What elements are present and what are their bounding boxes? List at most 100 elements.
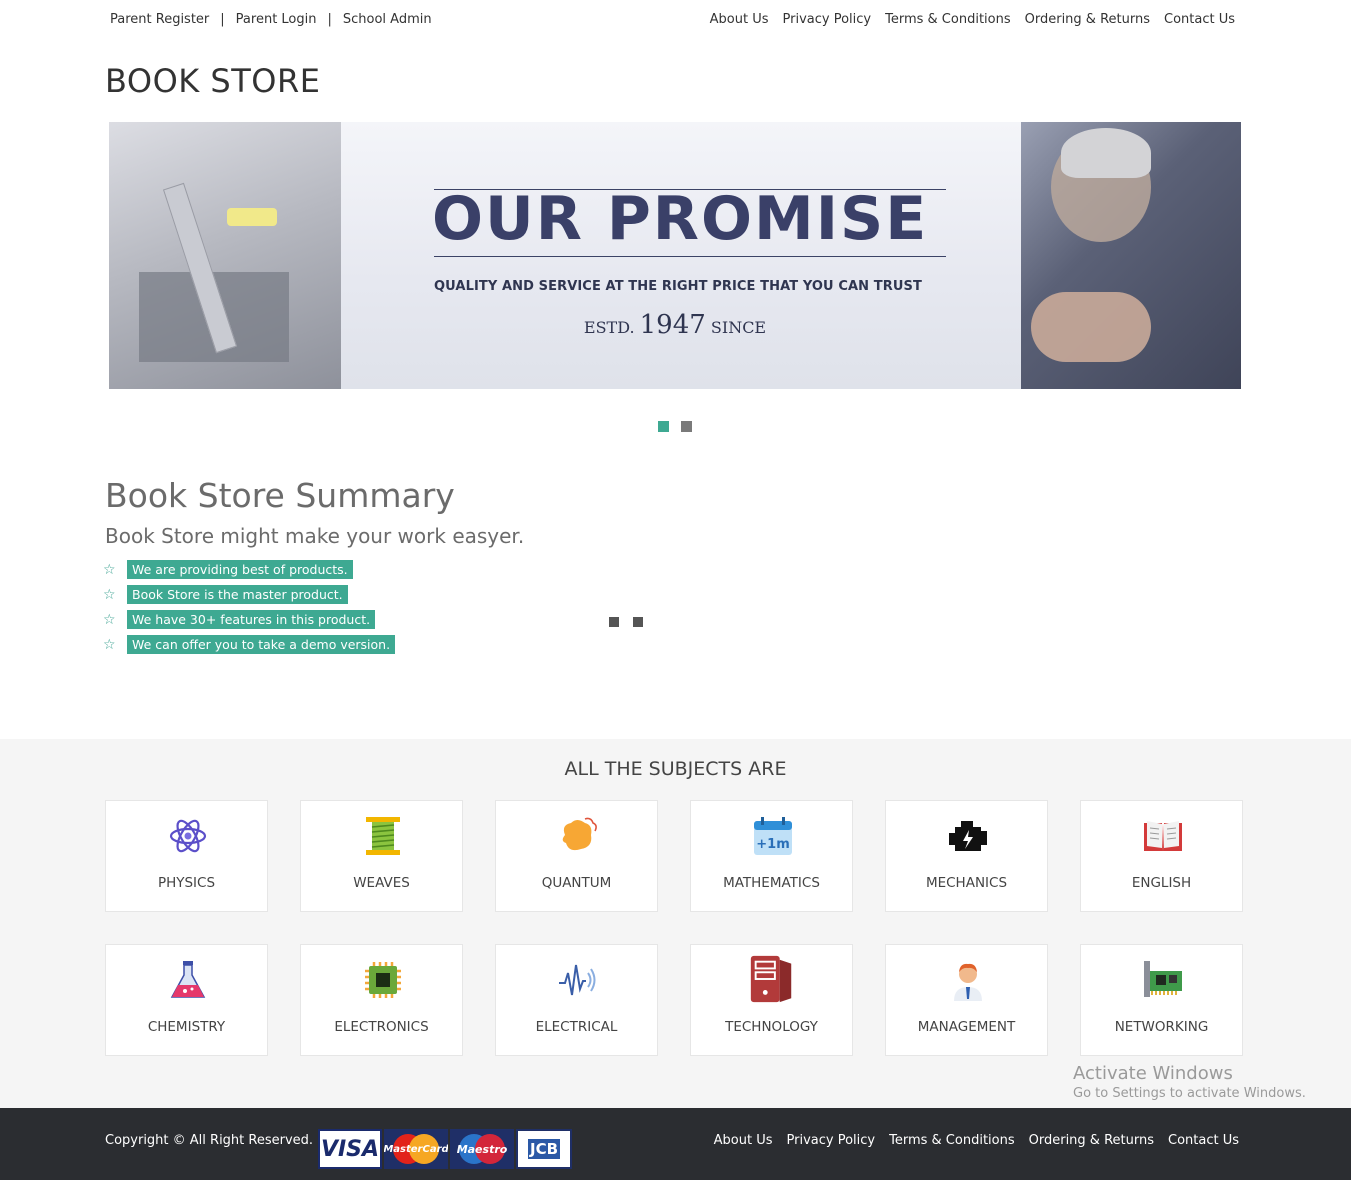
- site-footer: Copyright © All Right Reserved. VISA Mas…: [0, 1108, 1351, 1180]
- calendar-text: +1m: [756, 837, 789, 852]
- windows-activation-watermark: Activate Windows Go to Settings to activ…: [1073, 1063, 1306, 1101]
- subject-card-english[interactable]: ENGLISH: [1080, 800, 1243, 912]
- open-book-icon: [1144, 821, 1182, 851]
- footer-privacy-policy-link[interactable]: Privacy Policy: [787, 1133, 876, 1148]
- list-item: ☆ We can offer you to take a demo versio…: [103, 632, 396, 657]
- site-logo-title[interactable]: BOOK STORE: [105, 62, 320, 100]
- footer-about-us-link[interactable]: About Us: [714, 1133, 773, 1148]
- slide-dot-2[interactable]: [681, 421, 692, 432]
- summary-title: Book Store Summary: [105, 476, 455, 515]
- headline-rule-bottom: [434, 256, 946, 257]
- subject-label: CHEMISTRY: [147, 1019, 226, 1035]
- separator: |: [220, 12, 225, 27]
- list-item: ☆ We are providing best of products.: [103, 557, 395, 582]
- subject-card-mathematics[interactable]: +1m MATHEMATICS: [690, 800, 853, 912]
- subject-label: ELECTRICAL: [535, 1019, 618, 1035]
- subject-label: MECHANICS: [925, 875, 1008, 891]
- subject-label: ELECTRONICS: [334, 1019, 429, 1035]
- estd-year: 1947: [639, 310, 706, 340]
- subject-card-chemistry[interactable]: CHEMISTRY: [105, 944, 268, 1056]
- parent-register-link[interactable]: Parent Register: [110, 12, 209, 27]
- feature-text: We can offer you to take a demo version.: [127, 635, 396, 654]
- separator: |: [327, 12, 332, 27]
- banner-tagline: QUALITY AND SERVICE AT THE RIGHT PRICE T…: [434, 279, 922, 294]
- subject-card-mechanics[interactable]: MECHANICS: [885, 800, 1048, 912]
- star-icon: ☆: [103, 636, 116, 653]
- jcb-card-logo: JCB: [516, 1129, 572, 1169]
- subjects-section: ALL THE SUBJECTS ARE PHYSICS WEAVES QUAN…: [0, 739, 1351, 1108]
- watermark-subtitle: Go to Settings to activate Windows.: [1073, 1086, 1306, 1101]
- subject-card-management[interactable]: MANAGEMENT: [885, 944, 1048, 1056]
- payment-cards: VISA MasterCard Maestro JCB: [318, 1129, 572, 1169]
- footer-ordering-returns-link[interactable]: Ordering & Returns: [1029, 1133, 1154, 1148]
- banner-headline: OUR PROMISE: [432, 184, 929, 254]
- feature-text: Book Store is the master product.: [127, 585, 348, 604]
- spool-icon: [366, 817, 400, 855]
- network-card-icon: [1144, 961, 1182, 997]
- terms-link[interactable]: Terms & Conditions: [885, 12, 1011, 27]
- privacy-policy-link[interactable]: Privacy Policy: [783, 12, 872, 27]
- summary-subtitle: Book Store might make your work easyer.: [105, 524, 525, 548]
- account-links: Parent Register | Parent Login | School …: [110, 12, 432, 27]
- estd-prefix: ESTD.: [583, 318, 635, 337]
- feature-text: We are providing best of products.: [127, 560, 353, 579]
- summary-dot-1[interactable]: [609, 617, 619, 627]
- splash-icon: [562, 817, 597, 851]
- flask-icon: [170, 961, 206, 998]
- info-links: About Us Privacy Policy Terms & Conditio…: [710, 12, 1235, 27]
- footer-links: About Us Privacy Policy Terms & Conditio…: [714, 1133, 1239, 1148]
- subject-card-quantum[interactable]: QUANTUM: [495, 800, 658, 912]
- atom-icon: [169, 819, 207, 853]
- mastercard-logo: MasterCard: [384, 1129, 448, 1169]
- engine-icon: [949, 821, 987, 851]
- star-icon: ☆: [103, 586, 116, 603]
- contact-us-link[interactable]: Contact Us: [1164, 12, 1235, 27]
- estd-suffix: SINCE: [710, 318, 767, 337]
- feature-text: We have 30+ features in this product.: [127, 610, 376, 629]
- about-us-link[interactable]: About Us: [710, 12, 769, 27]
- summary-pagination: [609, 617, 643, 627]
- subject-label: PHYSICS: [157, 875, 216, 891]
- footer-terms-link[interactable]: Terms & Conditions: [889, 1133, 1015, 1148]
- maestro-text: Maestro: [456, 1142, 508, 1156]
- banner-engine-photo: [109, 122, 341, 389]
- top-bar: Parent Register | Parent Login | School …: [0, 12, 1351, 32]
- subject-label: NETWORKING: [1114, 1019, 1209, 1035]
- summary-dot-2[interactable]: [633, 617, 643, 627]
- subject-card-networking[interactable]: NETWORKING: [1080, 944, 1243, 1056]
- parent-login-link[interactable]: Parent Login: [236, 12, 317, 27]
- chip-icon: [365, 962, 401, 998]
- subject-label: ENGLISH: [1131, 875, 1192, 891]
- calendar-plus-icon: +1m: [754, 817, 792, 855]
- star-icon: ☆: [103, 611, 116, 628]
- subject-card-electronics[interactable]: ELECTRONICS: [300, 944, 463, 1056]
- banner-established: ESTD. 1947 SINCE: [109, 310, 1241, 340]
- slide-dot-1[interactable]: [658, 421, 669, 432]
- ordering-returns-link[interactable]: Ordering & Returns: [1025, 12, 1150, 27]
- footer-contact-us-link[interactable]: Contact Us: [1168, 1133, 1239, 1148]
- server-icon: [750, 955, 792, 1003]
- subject-card-electrical[interactable]: ELECTRICAL: [495, 944, 658, 1056]
- subjects-title: ALL THE SUBJECTS ARE: [564, 758, 787, 780]
- manager-icon: [954, 963, 982, 1001]
- star-icon: ☆: [103, 561, 116, 578]
- subject-label: MATHEMATICS: [723, 875, 820, 891]
- banner-mechanic-photo: [1021, 122, 1241, 389]
- feature-list: ☆ We are providing best of products. ☆ B…: [103, 557, 396, 657]
- subject-card-weaves[interactable]: WEAVES: [300, 800, 463, 912]
- signal-wave-icon: [559, 964, 596, 996]
- maestro-card-logo: Maestro: [450, 1129, 514, 1169]
- hero-banner: OUR PROMISE QUALITY AND SERVICE AT THE R…: [109, 122, 1241, 389]
- subject-label: TECHNOLOGY: [725, 1019, 818, 1035]
- visa-card-logo: VISA: [318, 1129, 382, 1169]
- subject-label: WEAVES: [353, 875, 410, 891]
- list-item: ☆ We have 30+ features in this product.: [103, 607, 395, 632]
- watermark-title: Activate Windows: [1073, 1063, 1233, 1084]
- subject-card-physics[interactable]: PHYSICS: [105, 800, 268, 912]
- school-admin-link[interactable]: School Admin: [343, 12, 432, 27]
- list-item: ☆ Book Store is the master product.: [103, 582, 395, 607]
- subject-label: QUANTUM: [541, 875, 612, 891]
- banner-pagination: [658, 421, 692, 432]
- jcb-text: JCB: [527, 1139, 561, 1159]
- subject-card-technology[interactable]: TECHNOLOGY: [690, 944, 853, 1056]
